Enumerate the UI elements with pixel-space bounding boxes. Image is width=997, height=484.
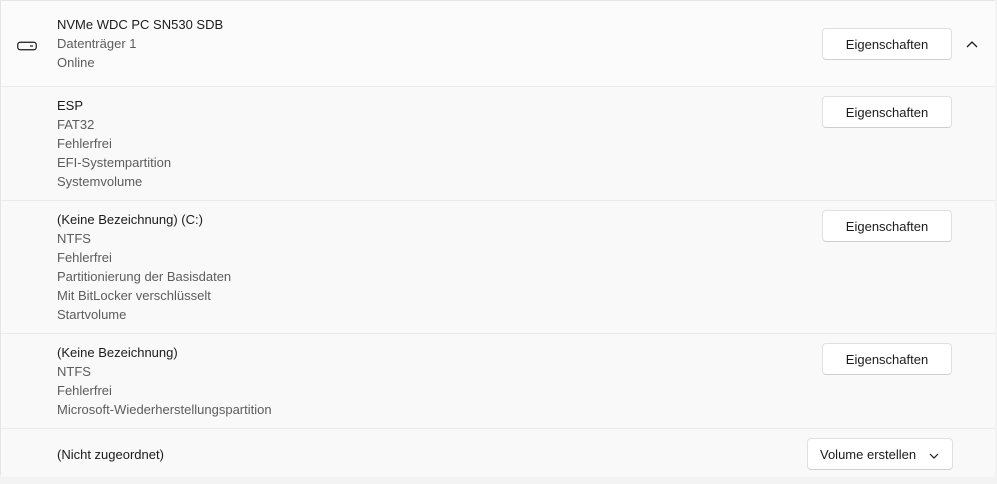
partition-encryption: Mit BitLocker verschlüsselt [57,288,211,303]
chevron-up-icon[interactable] [962,36,982,52]
partition-health: Fehlerfrei [57,136,112,151]
partition-row-esp: ESP FAT32 Fehlerfrei EFI-Systempartition… [1,87,996,201]
partition-filesystem: FAT32 [57,117,95,132]
unallocated-info: (Nicht zugeordnet) [57,445,164,464]
unallocated-label: (Nicht zugeordnet) [57,447,164,462]
partition-properties-button[interactable]: Eigenschaften [822,343,952,375]
chevron-down-icon [928,449,940,459]
partition-health: Fehlerfrei [57,383,112,398]
partition-properties-button[interactable]: Eigenschaften [822,96,952,128]
partition-row-c: (Keine Bezeichnung) (C:) NTFS Fehlerfrei… [1,201,996,334]
disk-name: NVMe WDC PC SN530 SDB [57,17,224,32]
partition-type: Microsoft-Wiederherstellungspartition [57,402,272,417]
partition-info: ESP FAT32 Fehlerfrei EFI-Systempartition… [57,96,171,191]
disk-info: NVMe WDC PC SN530 SDB Datenträger 1 Onli… [57,15,223,72]
partition-row-recovery: (Keine Bezeichnung) NTFS Fehlerfrei Micr… [1,334,996,429]
partition-properties-button[interactable]: Eigenschaften [822,210,952,242]
partition-name: (Keine Bezeichnung) [57,345,178,360]
partition-info: (Keine Bezeichnung) NTFS Fehlerfrei Micr… [57,343,272,419]
partition-type: EFI-Systempartition [57,155,172,170]
partition-role: Systemvolume [57,174,143,189]
drive-icon [17,39,37,51]
partition-filesystem: NTFS [57,231,91,246]
disk-header-row[interactable]: NVMe WDC PC SN530 SDB Datenträger 1 Onli… [1,1,996,87]
create-volume-button[interactable]: Volume erstellen [807,438,953,470]
partition-name: ESP [57,98,84,113]
create-volume-label: Volume erstellen [820,446,917,462]
partition-role: Startvolume [57,307,127,322]
disk-properties-button[interactable]: Eigenschaften [822,28,952,60]
partition-health: Fehlerfrei [57,250,112,265]
partition-name: (Keine Bezeichnung) (C:) [57,212,203,227]
unallocated-row: (Nicht zugeordnet) Volume erstellen [1,429,996,477]
disk-status: Online [57,55,95,70]
partition-type: Partitionierung der Basisdaten [57,269,232,284]
disk-panel: NVMe WDC PC SN530 SDB Datenträger 1 Onli… [0,0,996,477]
disk-label: Datenträger 1 [57,36,137,51]
partition-info: (Keine Bezeichnung) (C:) NTFS Fehlerfrei… [57,210,231,324]
partition-filesystem: NTFS [57,364,91,379]
